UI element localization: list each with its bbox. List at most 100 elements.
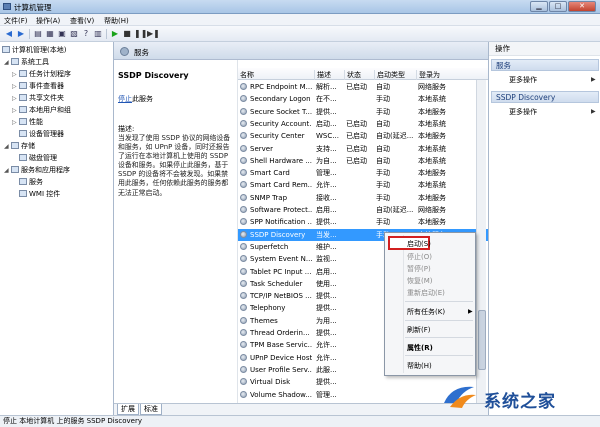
table-row[interactable]: Secondary Logon 在不... 手动 本地系统 bbox=[238, 93, 488, 105]
table-row[interactable]: Software Protect... 启用... 自动(延迟... 网络服务 bbox=[238, 204, 488, 216]
window-controls: ▁ □ ✕ bbox=[529, 1, 596, 12]
menu-stop[interactable]: 停止(O) bbox=[407, 252, 432, 262]
tree-local-users[interactable]: ▷ 本地用户和组 bbox=[12, 105, 71, 116]
cell-text: 手动 bbox=[376, 218, 390, 227]
table-row[interactable]: SNMP Trap 接收... 手动 本地服务 bbox=[238, 192, 488, 204]
menu-all-tasks[interactable]: 所有任务(K) bbox=[407, 307, 445, 317]
service-icon bbox=[240, 353, 247, 361]
back-icon[interactable]: ◀ bbox=[4, 29, 14, 39]
menu-refresh[interactable]: 刷新(F) bbox=[407, 325, 431, 335]
cell-startup: 自动 bbox=[376, 81, 416, 93]
storage-icon bbox=[11, 142, 19, 149]
actions-pane: 操作 服务 更多操作 ▶ SSDP Discovery 更多操作 ▶ bbox=[488, 42, 600, 415]
title-bar: 计算机管理 ▁ □ ✕ bbox=[0, 0, 600, 14]
scrollbar-thumb[interactable] bbox=[478, 310, 486, 370]
menu-start[interactable]: 启动(S) bbox=[407, 239, 431, 249]
cell-desc: 允许... bbox=[316, 352, 342, 364]
help-icon[interactable]: ? bbox=[81, 29, 91, 39]
cell-text: 网络服务 bbox=[418, 83, 446, 91]
table-row[interactable]: Security Center WSC... 已启动 自动(延迟... 本地服务 bbox=[238, 130, 488, 142]
column-startup-type[interactable]: 启动类型 bbox=[374, 70, 405, 80]
menu-help[interactable]: 帮助(H) bbox=[407, 361, 432, 371]
vertical-scrollbar[interactable] bbox=[476, 80, 486, 403]
tree-event-viewer[interactable]: ▷ 事件查看器 bbox=[12, 81, 64, 92]
watermark-text: 系统之家 bbox=[484, 392, 556, 412]
cell-desc: 提供... bbox=[316, 106, 342, 118]
menu-resume[interactable]: 恢复(M) bbox=[407, 276, 433, 286]
cell-text: 已启动 bbox=[346, 119, 367, 128]
cell-desc: 提供... bbox=[316, 327, 342, 339]
pause-icon[interactable]: ❚❚ bbox=[134, 29, 147, 39]
up-folder-icon[interactable]: ▤ bbox=[33, 29, 43, 39]
tree-services[interactable]: 服务 bbox=[12, 177, 43, 188]
actions-section-services[interactable]: 服务 bbox=[491, 59, 599, 71]
table-row[interactable]: Security Account... 启动... 已启动 自动 本地系统 bbox=[238, 118, 488, 130]
tab-extended[interactable]: 扩展 bbox=[117, 404, 139, 415]
column-header: 名称 描述 状态 启动类型 登录为 bbox=[238, 68, 488, 80]
tab-standard[interactable]: 标准 bbox=[140, 404, 162, 415]
table-row[interactable]: Server 支持... 已启动 自动 本地系统 bbox=[238, 143, 488, 155]
table-row[interactable]: Smart Card 管理... 手动 本地服务 bbox=[238, 167, 488, 179]
cell-name: Security Account... bbox=[240, 118, 312, 130]
cell-name: User Profile Serv... bbox=[240, 364, 312, 376]
cell-name: Thread Orderin... bbox=[240, 327, 312, 339]
tree-wmi[interactable]: WMI 控件 bbox=[12, 189, 60, 200]
cell-name: Secure Socket T... bbox=[240, 106, 312, 118]
restart-icon[interactable]: ▶❚ bbox=[147, 29, 160, 39]
cell-startup: 自动(延迟... bbox=[376, 130, 416, 142]
cell-name: SPP Notification ... bbox=[240, 216, 312, 228]
cell-text: 允许... bbox=[316, 353, 337, 362]
actions-section-ssdp[interactable]: SSDP Discovery bbox=[491, 91, 599, 103]
menu-file[interactable]: 文件(F) bbox=[4, 16, 28, 26]
tree-system-tools[interactable]: ◢ 系统工具 bbox=[4, 57, 49, 68]
tree-performance[interactable]: ▷ 性能 bbox=[12, 117, 43, 128]
cell-text: 支持... bbox=[316, 144, 337, 153]
close-button[interactable]: ✕ bbox=[568, 1, 596, 12]
context-menu: 启动(S) 停止(O) 暂停(P) 恢复(M) 重新启动(E) 所有任务(K) … bbox=[384, 232, 476, 376]
navigation-tree: 计算机管理(本地) ◢ 系统工具 ▷ 任务计划程序 ▷ 事件查看器 ▷ 共享文件夹 ▷ 本… bbox=[0, 42, 114, 415]
menu-help[interactable]: 帮助(H) bbox=[104, 16, 129, 26]
cell-desc: 支持... bbox=[316, 143, 342, 155]
stop-service-link[interactable]: 停止 bbox=[118, 95, 132, 103]
start-icon[interactable]: ▶ bbox=[110, 29, 120, 39]
properties-icon[interactable]: ▣ bbox=[57, 29, 67, 39]
cell-name: Superfetch bbox=[240, 241, 312, 253]
menu-pause[interactable]: 暂停(P) bbox=[407, 264, 431, 274]
menu-action[interactable]: 操作(A) bbox=[36, 16, 60, 26]
minimize-button[interactable]: ▁ bbox=[530, 1, 548, 12]
tree-disk-management[interactable]: 磁盘管理 bbox=[12, 153, 57, 164]
table-row[interactable]: RPC Endpoint M... 解析... 已启动 自动 网络服务 bbox=[238, 81, 488, 93]
tree-root[interactable]: 计算机管理(本地) bbox=[2, 45, 66, 56]
refresh-icon[interactable]: ▥ bbox=[93, 29, 103, 39]
table-row[interactable]: SPP Notification ... 提供... 手动 本地服务 bbox=[238, 216, 488, 228]
more-actions-ssdp[interactable]: 更多操作 bbox=[509, 107, 537, 117]
maximize-button[interactable]: □ bbox=[549, 1, 567, 12]
forward-icon[interactable]: ▶ bbox=[16, 29, 26, 39]
export-icon[interactable]: ▧ bbox=[69, 29, 79, 39]
service-icon bbox=[240, 181, 247, 189]
tree-shared-folders[interactable]: ▷ 共享文件夹 bbox=[12, 93, 64, 104]
table-row[interactable]: Smart Card Rem... 允许... 手动 本地系统 bbox=[238, 179, 488, 191]
tree-task-scheduler[interactable]: ▷ 任务计划程序 bbox=[12, 69, 71, 80]
cell-name: TCP/IP NetBIOS ... bbox=[240, 290, 312, 302]
cell-status: 已启动 bbox=[346, 155, 372, 167]
table-row[interactable]: Shell Hardware ... 为自... 已启动 自动 本地系统 bbox=[238, 155, 488, 167]
menu-view[interactable]: 查看(V) bbox=[70, 16, 94, 26]
menu-properties[interactable]: 属性(R) bbox=[407, 343, 433, 353]
stop-icon[interactable]: ■ bbox=[122, 29, 132, 39]
more-actions-services[interactable]: 更多操作 bbox=[509, 75, 537, 85]
column-name[interactable]: 名称 bbox=[238, 70, 254, 80]
menu-restart[interactable]: 重新启动(E) bbox=[407, 288, 445, 298]
tree-storage[interactable]: ◢ 存储 bbox=[4, 141, 35, 152]
table-row[interactable]: Secure Socket T... 提供... 手动 本地服务 bbox=[238, 106, 488, 118]
column-status[interactable]: 状态 bbox=[344, 70, 361, 80]
tree-services-apps[interactable]: ◢ 服务和应用程序 bbox=[4, 165, 70, 176]
cell-text: 手动 bbox=[376, 107, 390, 116]
tree-device-manager[interactable]: 设备管理器 bbox=[12, 129, 64, 140]
column-logon-as[interactable]: 登录为 bbox=[416, 70, 440, 80]
cell-text: 本地系统 bbox=[418, 156, 446, 165]
chevron-right-icon: ▶ bbox=[591, 76, 596, 83]
show-tree-icon[interactable]: ▦ bbox=[45, 29, 55, 39]
column-description[interactable]: 描述 bbox=[314, 70, 331, 80]
view-tabs: 扩展 标准 bbox=[114, 403, 488, 415]
